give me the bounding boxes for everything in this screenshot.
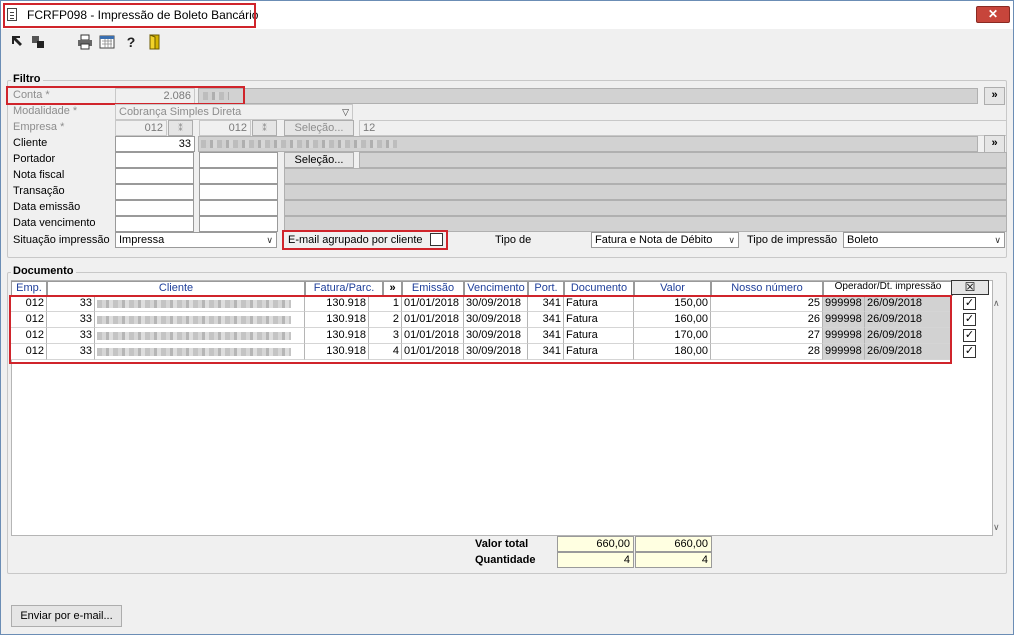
col-emp[interactable]: Emp. [11,281,47,296]
portador-selecao-button[interactable]: Seleção... [284,152,354,168]
filtro-title: Filtro [11,73,43,85]
portador-from-field[interactable] [115,152,194,168]
empresa-selecao-button[interactable]: Seleção... [284,120,354,136]
rows-highlight [9,295,952,364]
row-checkbox[interactable]: ✓ [963,297,976,310]
tipo-impressao-label: Tipo de impressão [747,234,838,246]
portador-list-field [359,152,1007,168]
nota-fiscal-to-field[interactable] [199,168,278,184]
modalidade-value: Cobrança Simples Direta [119,106,242,118]
col-vencimento[interactable]: Vencimento [464,281,528,296]
documento-title: Documento [11,265,76,277]
tipo-impressao-value: Boleto [847,234,879,246]
col-operador[interactable]: Operador/Dt. impressão [823,281,953,296]
cliente-label: Cliente [13,137,48,149]
print-icon[interactable] [77,34,93,50]
col-emissao[interactable]: Emissão [402,281,464,296]
nota-fiscal-from-field[interactable] [115,168,194,184]
empresa-from-lookup-icon[interactable]: ⁑ [168,120,193,136]
modalidade-label: Modalidade * [13,105,78,117]
empresa-to-field[interactable]: 012 [199,120,251,136]
quantidade-1: 4 [557,552,634,568]
help-icon[interactable]: ? [123,34,139,50]
situacao-value: Impressa [119,234,165,246]
tipo-de-value: Fatura e Nota de Débito [595,234,713,246]
col-nosso-numero[interactable]: Nosso número [711,281,823,296]
transacao-from-field[interactable] [115,184,194,200]
data-vencimento-to-field[interactable] [199,216,278,232]
calendar-icon[interactable] [99,34,115,50]
arrow-icon[interactable] [9,34,25,50]
col-select-all[interactable]: ☒ [951,280,989,295]
nota-fiscal-label: Nota fiscal [13,169,65,181]
conta-name-field [198,88,978,104]
col-port[interactable]: Port. [528,281,564,296]
scroll-down-icon[interactable]: ∨ [993,522,1003,532]
valor-total-label: Valor total [475,538,529,550]
data-emissao-label: Data emissão [13,201,81,213]
arrows-icon[interactable] [30,34,46,50]
empresa-count-field: 12 [359,120,1007,136]
tipo-impressao-select[interactable]: Boleto ∨ [843,232,1005,248]
tipo-de-select[interactable]: Fatura e Nota de Débito ∨ [591,232,739,248]
portador-to-field[interactable] [199,152,278,168]
col-fatura-parc[interactable]: Fatura/Parc. [305,281,383,296]
portador-label: Portador [13,153,56,165]
conta-expand-button[interactable]: » [984,87,1005,105]
main-window: FCRFP098 - Impressão de Boleto Bancário … [0,0,1014,635]
chevron-down-icon: ∨ [266,235,273,245]
data-emissao-to-field[interactable] [199,200,278,216]
empresa-to-lookup-icon[interactable]: ⁑ [252,120,277,136]
valor-total-1: 660,00 [557,536,634,552]
data-vencimento-label: Data vencimento [13,217,96,229]
row-checkbox[interactable]: ✓ [963,313,976,326]
data-emissao-list-field [284,200,1007,216]
cliente-name-field [198,136,978,152]
transacao-to-field[interactable] [199,184,278,200]
toolbar: ? [1,29,1013,55]
nota-fiscal-list-field [284,168,1007,184]
cliente-expand-button[interactable]: » [984,135,1005,153]
conta-highlight [6,86,245,105]
exit-door-icon[interactable] [146,34,162,50]
data-emissao-from-field[interactable] [115,200,194,216]
situacao-select[interactable]: Impressa ∨ [115,232,277,248]
title-highlight [3,3,256,28]
quantidade-label: Quantidade [475,554,536,566]
row-checkbox[interactable]: ✓ [963,345,976,358]
empresa-label: Empresa * [13,121,65,133]
scroll-up-icon[interactable]: ∧ [993,298,1003,308]
tipo-de-label: Tipo de [495,234,532,246]
close-button[interactable]: ✕ [976,6,1010,23]
chevron-down-icon: ∨ [728,235,735,245]
quantidade-2: 4 [635,552,712,568]
cliente-field[interactable]: 33 [115,136,195,152]
chevron-down-icon: ▽ [342,107,349,117]
modalidade-select[interactable]: Cobrança Simples Direta ▽ [115,104,353,120]
chevron-down-icon: ∨ [994,235,1001,245]
col-valor[interactable]: Valor [634,281,711,296]
transacao-list-field [284,184,1007,200]
enviar-email-button[interactable]: Enviar por e-mail... [11,605,122,627]
col-documento[interactable]: Documento [564,281,634,296]
transacao-label: Transação [13,185,65,197]
col-cliente[interactable]: Cliente [47,281,305,296]
col-expand[interactable]: » [383,281,402,296]
situacao-label: Situação impressão [13,234,110,246]
email-agrupado-highlight [282,230,448,250]
title-bar: FCRFP098 - Impressão de Boleto Bancário … [1,1,1013,29]
empresa-from-field[interactable]: 012 [115,120,167,136]
valor-total-2: 660,00 [635,536,712,552]
data-vencimento-from-field[interactable] [115,216,194,232]
row-checkbox[interactable]: ✓ [963,329,976,342]
